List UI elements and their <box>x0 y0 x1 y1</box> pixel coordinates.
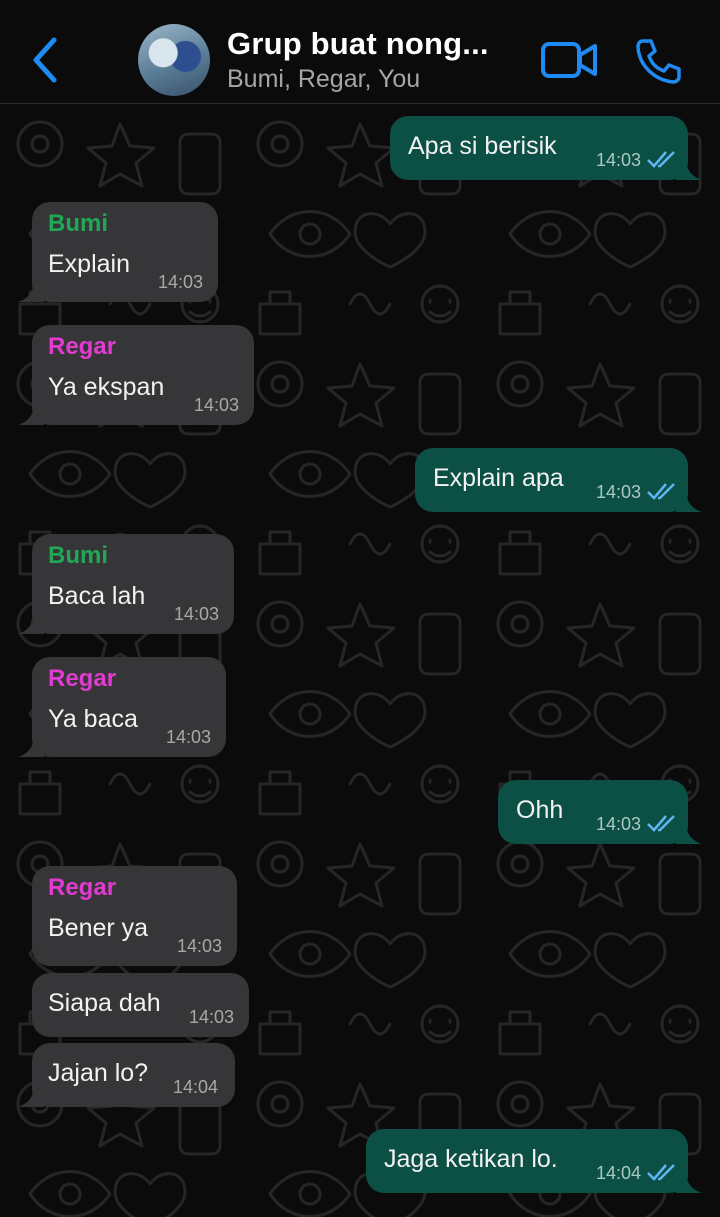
message-time: 14:03 <box>596 150 642 170</box>
message-text: Ohh <box>516 796 564 824</box>
sender-name: Bumi <box>48 210 108 237</box>
message-bubble-incoming[interactable]: Regar Ya ekspan 14:03 <box>18 325 254 425</box>
read-ticks-icon <box>647 1164 675 1181</box>
voice-call-button[interactable] <box>634 38 682 84</box>
bubble-tail <box>18 1085 44 1107</box>
message-text: Baca lah <box>48 582 146 610</box>
bubble-tail <box>18 280 44 302</box>
message-bubble-outgoing[interactable]: Apa si berisik 14:03 <box>390 116 702 180</box>
message-time: 14:03 <box>166 727 212 747</box>
read-ticks-icon <box>647 151 675 168</box>
message-time: 14:03 <box>174 604 220 624</box>
message-bubble-incoming[interactable]: Regar Bener ya 14:03 <box>32 866 237 966</box>
sender-name: Regar <box>48 874 117 901</box>
message-time: 14:03 <box>194 395 240 415</box>
message-time: 14:03 <box>177 936 223 956</box>
message-bubble-incoming[interactable]: Jajan lo? 14:04 <box>18 1043 235 1107</box>
chat-title[interactable]: Grup buat nong... <box>227 26 489 62</box>
message-time: 14:04 <box>596 1163 642 1183</box>
back-button[interactable] <box>26 34 66 86</box>
message-text: Jajan lo? <box>48 1059 149 1087</box>
message-bubble-incoming[interactable]: Regar Ya baca 14:03 <box>18 657 226 757</box>
message-time: 14:03 <box>189 1007 235 1027</box>
sender-name: Regar <box>48 333 117 360</box>
message-bubble-incoming[interactable]: Bumi Explain 14:03 <box>18 202 218 302</box>
bubble-tail <box>18 612 44 634</box>
message-text: Jaga ketikan lo. <box>384 1145 558 1173</box>
sender-name: Regar <box>48 665 117 692</box>
message-text: Bener ya <box>48 914 149 942</box>
bubble-tail <box>18 735 44 757</box>
read-ticks-icon <box>647 483 675 500</box>
bubble-tail <box>18 403 44 425</box>
chevron-left-icon <box>33 37 57 83</box>
message-bubble-outgoing[interactable]: Jaga ketikan lo. 14:04 <box>366 1129 702 1193</box>
message-bubble-outgoing[interactable]: Explain apa 14:03 <box>415 448 702 512</box>
chat-header: Grup buat nong... Bumi, Regar, You <box>0 0 720 104</box>
message-text: Ya ekspan <box>48 373 165 401</box>
message-time: 14:03 <box>596 814 642 834</box>
read-ticks-icon <box>647 815 675 832</box>
video-camera-icon <box>541 42 597 78</box>
message-text: Siapa dah <box>48 989 161 1017</box>
message-time: 14:03 <box>596 482 642 502</box>
group-avatar[interactable] <box>138 24 210 96</box>
message-text: Explain <box>48 250 130 278</box>
message-text: Ya baca <box>48 705 138 733</box>
message-list[interactable]: Apa si berisik 14:03 Bumi Explain 14:03 … <box>0 104 720 1217</box>
message-bubble-incoming[interactable]: Siapa dah 14:03 <box>32 973 249 1037</box>
message-text: Apa si berisik <box>408 132 557 160</box>
chat-participants[interactable]: Bumi, Regar, You <box>227 65 420 94</box>
sender-name: Bumi <box>48 542 108 569</box>
message-time: 14:03 <box>158 272 204 292</box>
message-bubble-outgoing[interactable]: Ohh 14:03 <box>498 780 702 844</box>
video-call-button[interactable] <box>540 40 598 80</box>
message-time: 14:04 <box>173 1077 219 1097</box>
phone-icon <box>636 39 681 84</box>
message-text: Explain apa <box>433 464 564 492</box>
message-bubble-incoming[interactable]: Bumi Baca lah 14:03 <box>18 534 234 634</box>
